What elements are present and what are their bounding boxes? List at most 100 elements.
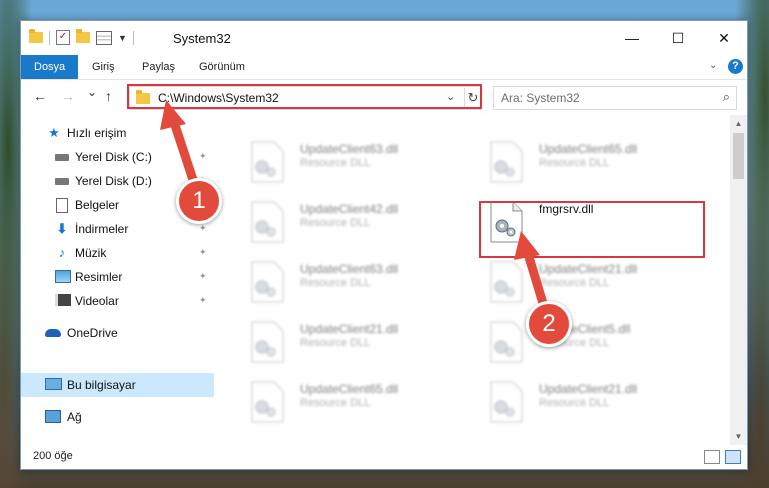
dll-file-icon — [251, 201, 284, 243]
help-icon[interactable]: ? — [728, 59, 743, 74]
pin-icon[interactable]: ✦ — [199, 271, 207, 282]
sidebar-item-label: OneDrive — [67, 326, 118, 340]
sidebar-item-pictures[interactable]: Resimler ✦ — [21, 265, 214, 289]
file-name: UpdateClient65.dll — [300, 382, 399, 396]
file-type: Resource DLL — [300, 217, 371, 229]
download-icon: ⬇ — [56, 221, 68, 236]
minimize-button[interactable]: — — [609, 21, 655, 55]
sidebar-item-disk-c[interactable]: Yerel Disk (C:) ✦ — [21, 145, 214, 169]
address-highlight-box — [127, 84, 482, 109]
search-placeholder[interactable]: Ara: System32 — [501, 91, 580, 105]
pin-icon[interactable]: ✦ — [199, 151, 207, 162]
document-icon — [55, 198, 69, 213]
sidebar-item-label: Bu bilgisayar — [67, 378, 136, 392]
sidebar-item-label: Müzik — [75, 246, 107, 260]
file-type: Resource DLL — [300, 157, 371, 169]
toolbar-separator — [49, 30, 50, 45]
pin-icon[interactable]: ✦ — [199, 295, 207, 306]
expand-ribbon-chevron-icon[interactable]: ⌄ — [709, 60, 717, 71]
quick-access-toolbar: ✓ ▼ — [29, 29, 134, 45]
sidebar-item-quick-access[interactable]: ★ Hızlı erişim — [21, 121, 214, 145]
drive-icon — [55, 174, 69, 188]
list-item[interactable]: UpdateClient21.dll Resource DLL — [479, 255, 709, 305]
up-button[interactable]: ↑ — [105, 88, 112, 104]
pin-icon[interactable]: ✦ — [199, 247, 207, 258]
dll-file-icon — [490, 141, 523, 183]
maximize-button[interactable]: ☐ — [655, 21, 701, 55]
properties-icon[interactable] — [96, 30, 112, 45]
file-name: UpdateClient21.dll — [539, 382, 638, 396]
list-item[interactable]: UpdateClient63.dll Resource DLL — [240, 135, 470, 185]
list-item[interactable]: UpdateClient42.dll Resource DLL — [240, 195, 470, 245]
list-item[interactable]: UpdateClient21.dll Resource DLL — [240, 315, 470, 365]
picture-icon — [55, 270, 71, 284]
sidebar-item-this-pc[interactable]: Bu bilgisayar — [21, 373, 214, 397]
new-folder-icon[interactable] — [76, 29, 90, 43]
tab-file[interactable]: Dosya — [21, 55, 79, 79]
sidebar-item-label: İndirmeler — [75, 222, 129, 236]
sidebar-item-label: Yerel Disk (C:) — [75, 150, 152, 164]
file-name: UpdateClient63.dll — [300, 142, 399, 156]
file-type: Resource DLL — [539, 157, 610, 169]
tab-share[interactable]: Paylaş — [142, 55, 175, 79]
tab-home[interactable]: Giriş — [92, 55, 115, 79]
file-name: UpdateClient65.dll — [539, 142, 638, 156]
file-explorer-window: ✓ ▼ System32 — ☐ ✕ Dosya Giriş Paylaş Gö… — [20, 20, 748, 470]
back-button[interactable]: ← — [33, 88, 47, 104]
file-type: Resource DLL — [539, 397, 610, 409]
file-name: UpdateClient21.dll — [539, 262, 638, 276]
file-name: UpdateClient21.dll — [300, 322, 399, 336]
dll-file-icon — [490, 321, 523, 363]
list-item[interactable]: UpdateClient65.dll Resource DLL — [240, 375, 470, 425]
list-item[interactable]: UpdateClient21.dll Resource DLL — [479, 375, 709, 425]
ribbon-tabs: Dosya Giriş Paylaş Görünüm ⌄ ? — [21, 55, 747, 79]
recent-locations-button[interactable]: ⌄ — [87, 85, 97, 99]
close-button[interactable]: ✕ — [701, 21, 747, 55]
sidebar-item-label: Ağ — [67, 410, 82, 424]
scrollbar-thumb[interactable] — [733, 133, 744, 179]
folder-icon — [29, 29, 43, 43]
tab-view[interactable]: Görünüm — [199, 55, 245, 79]
forward-button[interactable]: → — [61, 88, 75, 104]
dll-file-icon — [251, 141, 284, 183]
cloud-icon — [45, 326, 61, 340]
pin-icon[interactable]: ✦ — [199, 223, 207, 234]
checkmark-icon[interactable]: ✓ — [56, 30, 70, 45]
toolbar-separator — [132, 30, 134, 45]
sidebar-item-network[interactable]: Ağ — [21, 405, 214, 429]
file-name: UpdateClient42.dll — [300, 202, 399, 216]
search-icon[interactable]: ⌕ — [723, 89, 730, 105]
title-bar: ✓ ▼ System32 — ☐ ✕ — [21, 21, 747, 55]
navigation-pane: ★ Hızlı erişim Yerel Disk (C:) ✦ Yerel D… — [21, 115, 214, 445]
sidebar-item-downloads[interactable]: ⬇ İndirmeler ✦ — [21, 217, 214, 241]
dll-file-icon — [251, 381, 284, 423]
file-list: UpdateClient63.dll Resource DLL UpdateCl… — [214, 115, 730, 445]
list-item[interactable]: UpdateClient63.dll Resource DLL — [240, 255, 470, 305]
sidebar-item-label: Resimler — [75, 270, 123, 284]
search-box[interactable]: Ara: System32 ⌕ — [493, 86, 737, 110]
file-type: Resource DLL — [300, 277, 371, 289]
dll-file-icon — [490, 381, 523, 423]
scroll-up-icon[interactable]: ▲ — [730, 115, 747, 132]
scroll-down-icon[interactable]: ▼ — [730, 428, 747, 445]
vertical-scrollbar[interactable]: ▲ ▼ — [730, 115, 747, 445]
large-icons-view-icon[interactable] — [725, 450, 741, 464]
sidebar-item-videos[interactable]: Videolar ✦ — [21, 289, 214, 313]
dll-file-icon — [251, 261, 284, 303]
music-icon: ♪ — [58, 245, 66, 260]
file-name: UpdateClient63.dll — [300, 262, 399, 276]
sidebar-item-onedrive[interactable]: OneDrive — [21, 321, 214, 345]
file-type: Resource DLL — [539, 277, 610, 289]
video-icon — [55, 294, 71, 308]
sidebar-item-music[interactable]: ♪ Müzik ✦ — [21, 241, 214, 265]
customize-toolbar-arrow-icon[interactable]: ▼ — [118, 33, 127, 43]
list-item[interactable]: UpdateClient65.dll Resource DLL — [479, 135, 709, 185]
sidebar-item-label: Hızlı erişim — [67, 126, 127, 140]
details-view-icon[interactable] — [704, 450, 720, 464]
step2-badge: 2 — [526, 301, 572, 347]
sidebar-item-label: Belgeler — [75, 198, 120, 212]
list-item[interactable]: UpdateClient5.dll Resource DLL — [479, 315, 709, 365]
file-type: Resource DLL — [300, 337, 371, 349]
item-count: 200 öğe — [33, 450, 73, 462]
status-bar: 200 öğe — [21, 445, 747, 469]
